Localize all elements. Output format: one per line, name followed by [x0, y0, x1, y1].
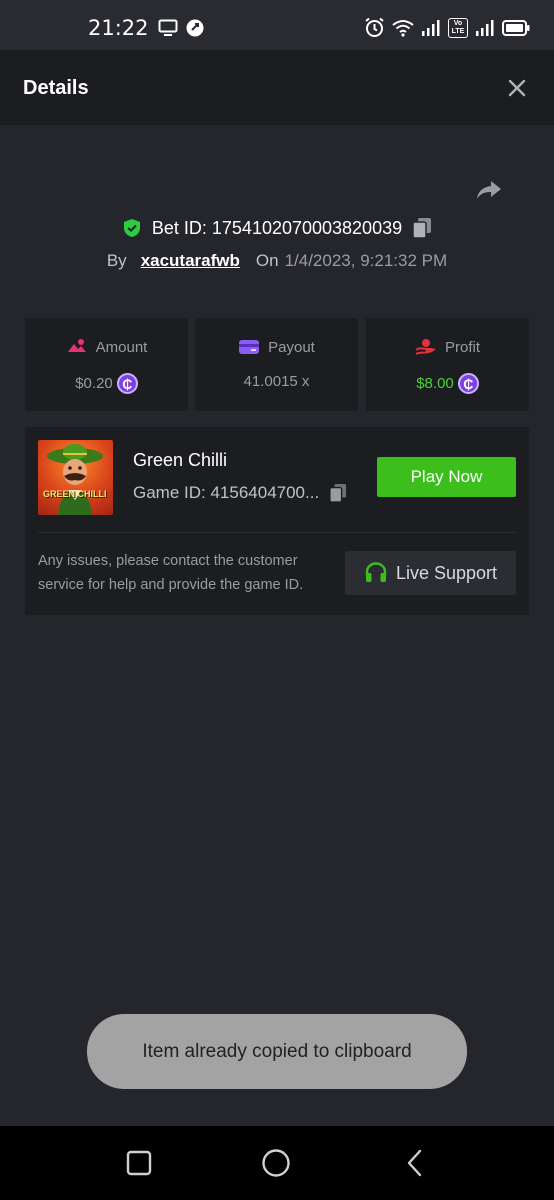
amount-label: Amount: [95, 338, 148, 356]
live-support-button[interactable]: Live Support: [345, 551, 516, 595]
divider: [38, 532, 516, 533]
game-name: Green Chilli: [133, 450, 228, 470]
volte-icon: Vo LTE: [448, 17, 468, 38]
amount-icon: [67, 339, 86, 352]
profit-card: Profit $8.00 ₵: [366, 318, 529, 411]
page-title: Details: [23, 77, 89, 99]
play-now-button[interactable]: Play Now: [377, 457, 516, 497]
toast-message: Item already copied to clipboard: [87, 1014, 467, 1089]
home-icon[interactable]: [261, 1148, 291, 1178]
copy-icon[interactable]: [412, 217, 432, 239]
username-link[interactable]: xacutarafwb: [141, 251, 240, 271]
status-right-icons: Vo LTE: [364, 17, 530, 38]
headset-icon: [365, 562, 387, 582]
bet-meta-row: By xacutarafwb On 1/4/2023, 9:21:32 PM: [0, 249, 554, 273]
coin-icon: ₵: [116, 373, 138, 394]
status-time: 21:22: [88, 16, 149, 40]
payout-value: 41.0015 x: [243, 373, 310, 390]
game-panel: GREEN CHILLI Green Chilli Game ID: 41564…: [25, 427, 529, 615]
on-label: On: [255, 251, 279, 270]
live-support-label: Live Support: [395, 562, 498, 583]
details-header: Details: [0, 50, 554, 125]
shield-icon: [123, 219, 140, 237]
game-thumbnail[interactable]: GREEN CHILLI: [38, 440, 113, 515]
app-notification-icon: [186, 19, 204, 37]
game-thumbnail-title: GREEN CHILLI: [43, 489, 107, 499]
game-id: Game ID: 4156404700...: [133, 483, 320, 502]
battery-icon: [502, 19, 530, 36]
toast-text: Item already copied to clipboard: [142, 1040, 412, 1062]
recent-apps-icon[interactable]: [124, 1148, 154, 1178]
status-bar: 21:22 Vo LTE: [0, 0, 554, 50]
alarm-icon: [365, 17, 384, 37]
share-icon[interactable]: [474, 175, 504, 205]
profit-value: $8.00: [416, 375, 454, 392]
amount-card: Amount $0.20 ₵: [25, 318, 188, 411]
amount-value: $0.20: [75, 375, 113, 392]
back-icon[interactable]: [400, 1148, 430, 1178]
bet-id: Bet ID: 1754102070003820039: [151, 217, 403, 238]
system-nav-bar: [0, 1126, 554, 1200]
profit-label: Profit: [444, 338, 480, 356]
game-character-image: [47, 444, 103, 515]
payout-card: Payout 41.0015 x: [195, 318, 358, 411]
copy-icon[interactable]: [329, 483, 347, 503]
profit-icon: [415, 339, 436, 355]
status-left-icons: [158, 19, 204, 37]
card-icon: [239, 340, 260, 354]
signal-icon: [476, 19, 494, 36]
signal-icon: [422, 19, 440, 36]
monitor-icon: [158, 19, 178, 36]
bet-id-row: Bet ID: 1754102070003820039: [0, 215, 554, 241]
support-message: Any issues, please contact the customer …: [38, 553, 304, 593]
wifi-icon: [392, 19, 414, 37]
coin-icon: ₵: [457, 373, 479, 394]
bet-date: 1/4/2023, 9:21:32 PM: [284, 251, 448, 270]
game-id-row: Game ID: 4156404700...: [133, 483, 347, 503]
by-label: By: [106, 251, 127, 270]
close-icon[interactable]: [506, 77, 528, 99]
payout-label: Payout: [268, 338, 315, 356]
